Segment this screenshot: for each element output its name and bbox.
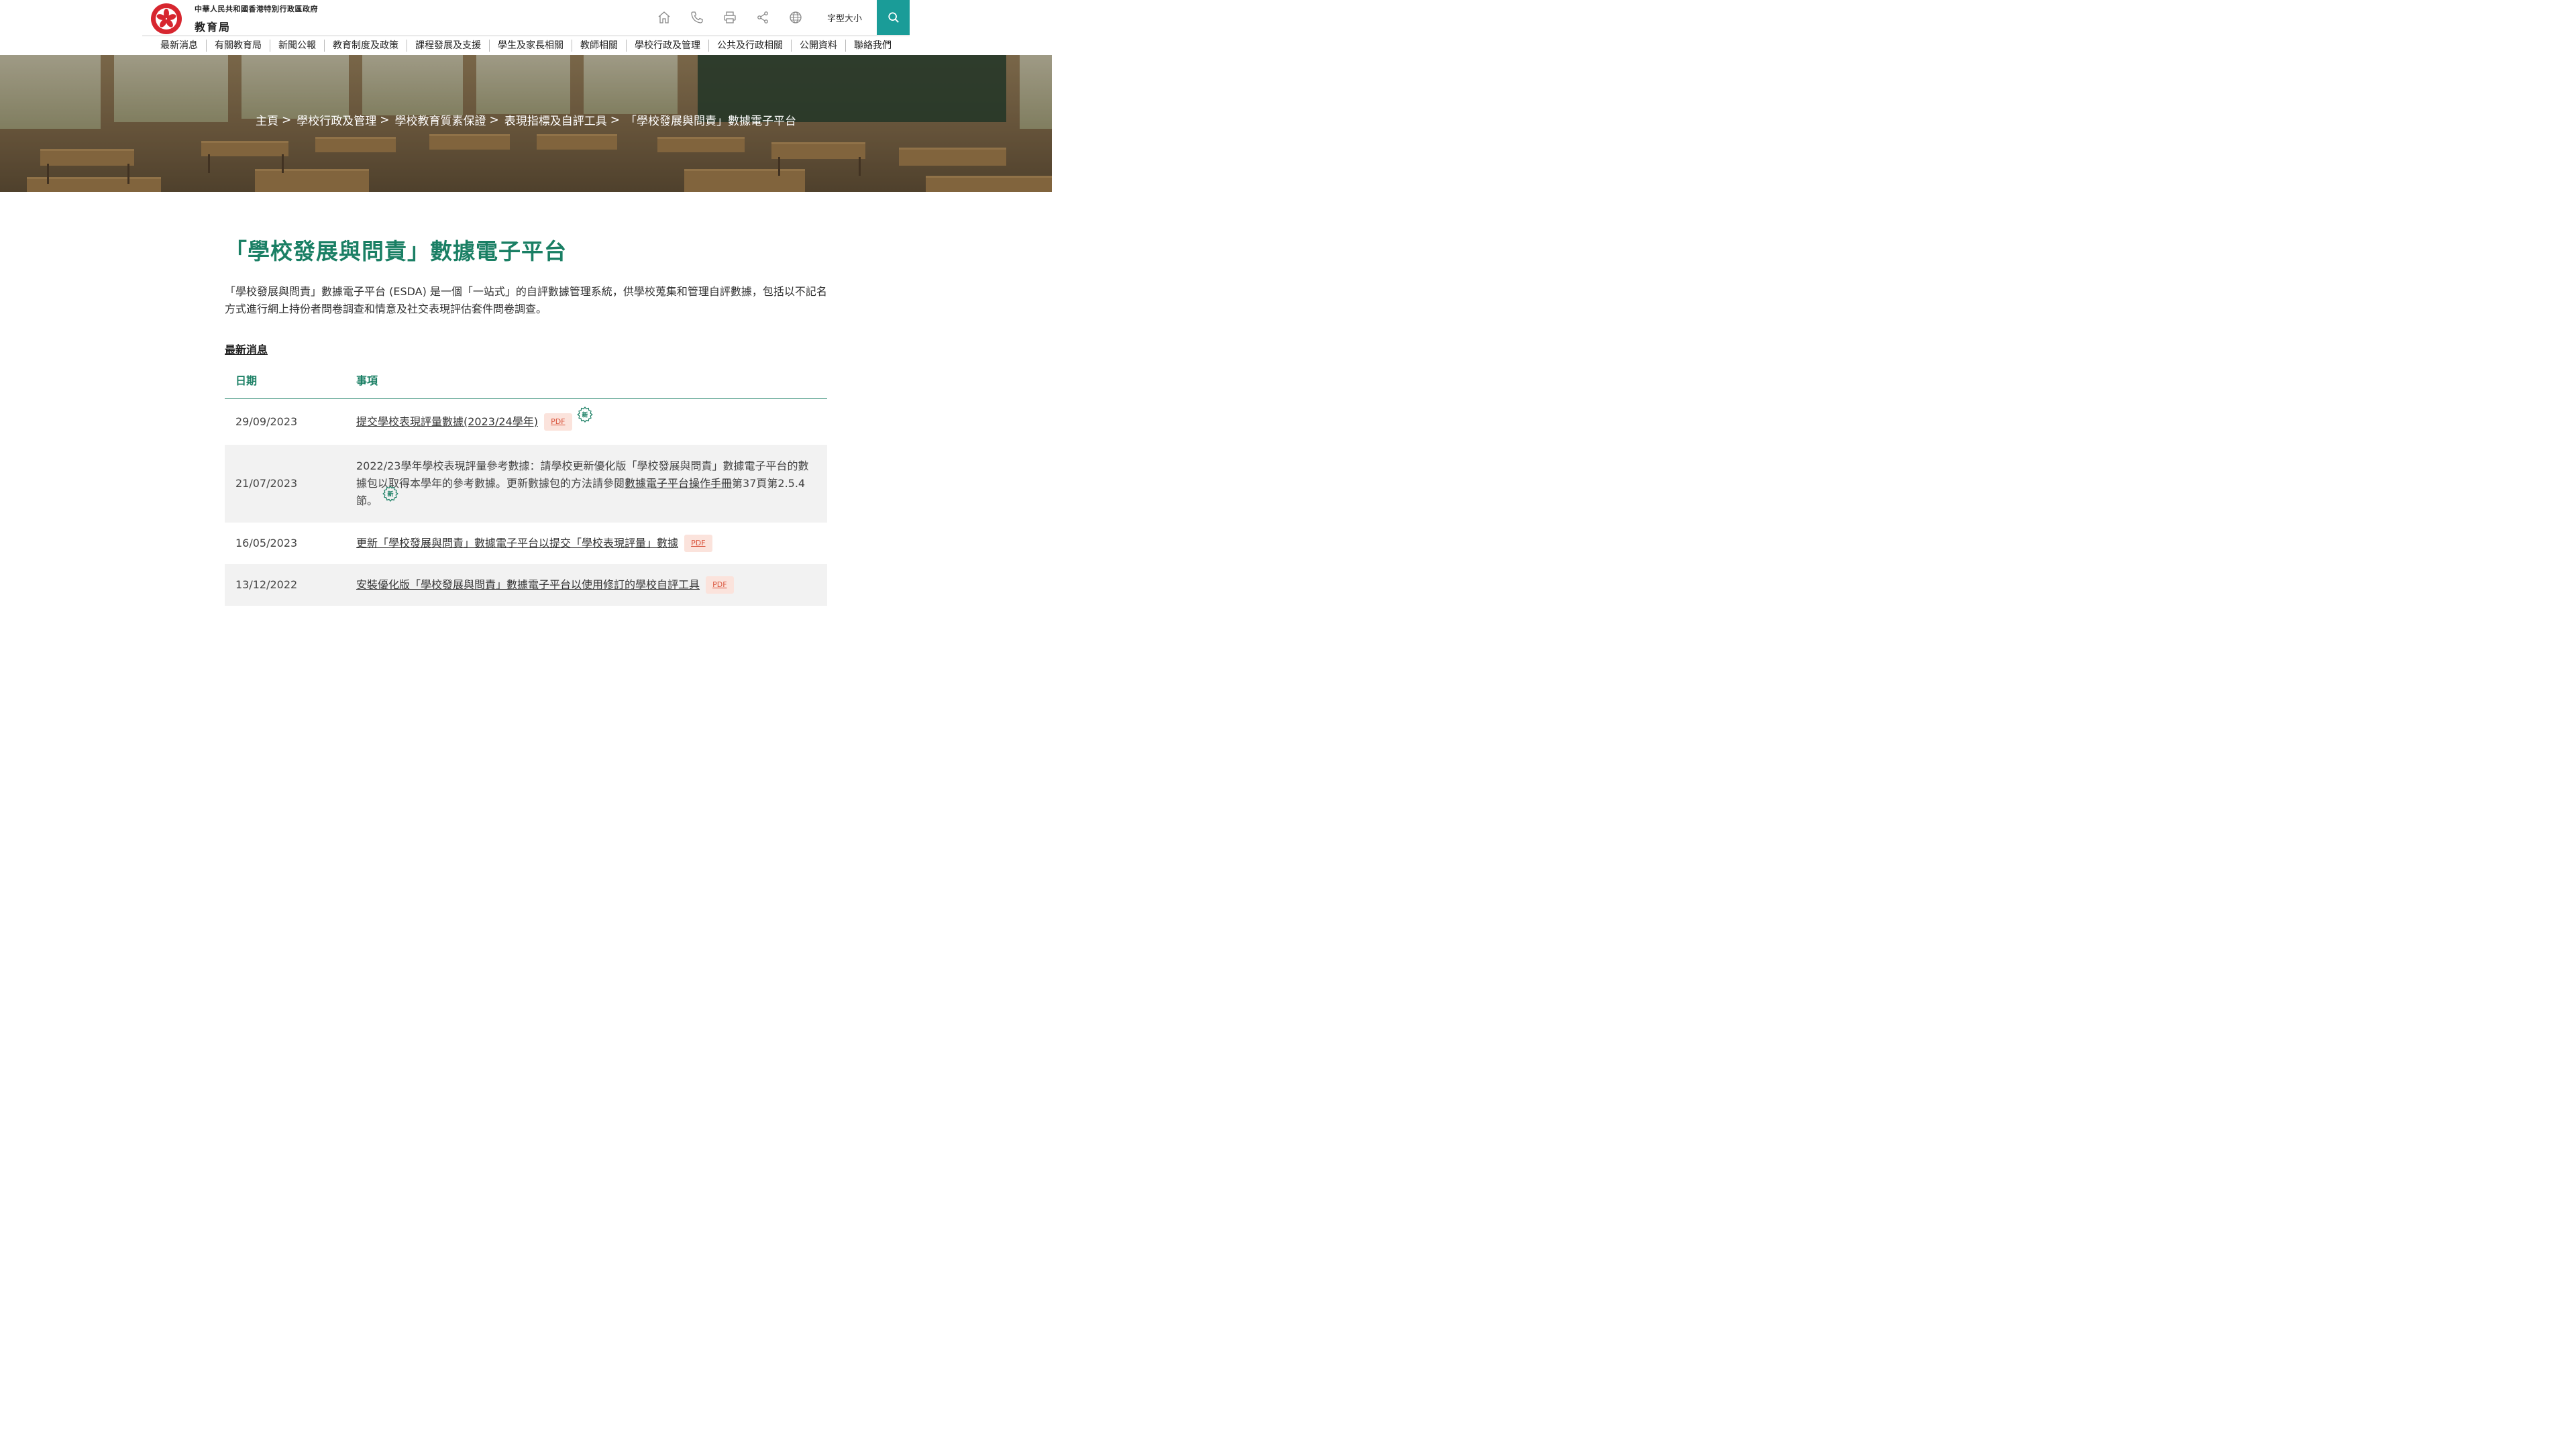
share-icon bbox=[757, 11, 769, 23]
nav-item-public-admin[interactable]: 公共及行政相關 bbox=[709, 40, 792, 52]
nav-item-about-edb[interactable]: 有關教育局 bbox=[207, 40, 270, 52]
breadcrumb-item-quality-assurance[interactable]: 學校教育質素保證 bbox=[395, 111, 486, 128]
date-column-header: 日期 bbox=[225, 372, 345, 399]
latest-news-heading: 最新消息 bbox=[225, 343, 268, 356]
main-content: 「學校發展與問責」數據電子平台 「學校發展與問責」數據電子平台 (ESDA) 是… bbox=[225, 192, 827, 606]
breadcrumb-item-current: 「學校發展與問責」數據電子平台 bbox=[625, 115, 796, 128]
page-banner: 主頁 > 學校行政及管理 > 學校教育質素保證 > 表現指標及自評工具 > 「學… bbox=[0, 55, 1052, 192]
news-link[interactable]: 提交學校表現評量數據(2023/24學年) bbox=[356, 415, 538, 428]
page-title: 「學校發展與問責」數據電子平台 bbox=[225, 238, 567, 264]
pdf-badge[interactable]: PDF bbox=[544, 413, 572, 431]
news-table: 日期 事項 29/09/2023 提交學校表現評量數據(2023/24學年) P… bbox=[225, 372, 827, 606]
print-button[interactable] bbox=[714, 0, 747, 35]
row-date: 13/12/2022 bbox=[225, 564, 345, 606]
nav-item-teachers[interactable]: 教師相關 bbox=[572, 40, 627, 52]
table-row: 16/05/2023 更新「學校發展與問責」數據電子平台以提交「學校表現評量」數… bbox=[225, 523, 827, 564]
manual-link[interactable]: 數據電子平台操作手冊 bbox=[625, 477, 732, 490]
breadcrumb-separator: > bbox=[380, 113, 390, 127]
news-link[interactable]: 安裝優化版「學校發展與問責」數據電子平台以使用修訂的學校自評工具 bbox=[356, 578, 700, 591]
row-item: 安裝優化版「學校發展與問責」數據電子平台以使用修訂的學校自評工具 PDF bbox=[345, 564, 827, 606]
home-icon bbox=[659, 11, 670, 23]
site-header: 中華人民共和國香港特別行政區政府 教育局 字型大小 bbox=[0, 0, 1052, 36]
breadcrumb-item-home[interactable]: 主頁 bbox=[256, 111, 278, 128]
table-row: 21/07/2023 2022/23學年學校表現評量參考數據：請學校更新優化版「… bbox=[225, 445, 827, 523]
nav-item-contact-us[interactable]: 聯絡我們 bbox=[846, 40, 900, 52]
globe-icon bbox=[790, 11, 802, 23]
nav-item-education-system[interactable]: 教育制度及政策 bbox=[325, 40, 407, 52]
row-date: 21/07/2023 bbox=[225, 445, 345, 523]
nav-item-latest-news[interactable]: 最新消息 bbox=[152, 40, 207, 52]
breadcrumb-item-indicators-tools[interactable]: 表現指標及自評工具 bbox=[504, 111, 607, 128]
share-button[interactable] bbox=[747, 0, 780, 35]
home-button[interactable] bbox=[648, 0, 681, 35]
new-badge-icon: 新 bbox=[382, 486, 398, 502]
phone-button[interactable] bbox=[681, 0, 714, 35]
search-icon bbox=[888, 12, 899, 23]
row-item: 2022/23學年學校表現評量參考數據：請學校更新優化版「學校發展與問責」數據電… bbox=[345, 445, 827, 523]
nav-item-school-admin[interactable]: 學校行政及管理 bbox=[627, 40, 709, 52]
hksar-emblem-icon bbox=[151, 3, 182, 34]
bureau-name: 教育局 bbox=[195, 21, 231, 34]
news-link[interactable]: 更新「學校發展與問責」數據電子平台以提交「學校表現評量」數據 bbox=[356, 537, 678, 549]
header-tools: 字型大小 bbox=[648, 0, 910, 35]
item-column-header: 事項 bbox=[345, 372, 827, 399]
table-row: 29/09/2023 提交學校表現評量數據(2023/24學年) PDF 新 bbox=[225, 399, 827, 445]
new-badge-label: 新 bbox=[388, 490, 394, 498]
row-item: 提交學校表現評量數據(2023/24學年) PDF 新 bbox=[345, 399, 827, 445]
row-date: 29/09/2023 bbox=[235, 415, 298, 428]
language-button[interactable] bbox=[780, 0, 812, 35]
new-badge-icon: 新 bbox=[576, 406, 593, 423]
nav-item-open-data[interactable]: 公開資料 bbox=[792, 40, 846, 52]
font-size-button[interactable]: 字型大小 bbox=[827, 11, 862, 24]
intro-paragraph: 「學校發展與問責」數據電子平台 (ESDA) 是一個「一站式」的自評數據管理系統… bbox=[225, 285, 827, 315]
phone-icon bbox=[691, 11, 704, 23]
nav-item-press-releases[interactable]: 新聞公報 bbox=[270, 40, 325, 52]
pdf-badge[interactable]: PDF bbox=[684, 535, 712, 553]
print-icon bbox=[724, 11, 737, 23]
main-nav: 最新消息 有關教育局 新聞公報 教育制度及政策 課程發展及支援 學生及家長相關 … bbox=[0, 36, 1052, 55]
table-row: 13/12/2022 安裝優化版「學校發展與問責」數據電子平台以使用修訂的學校自… bbox=[225, 564, 827, 606]
row-date: 16/05/2023 bbox=[235, 537, 298, 549]
breadcrumb-separator: > bbox=[282, 113, 292, 127]
pdf-badge[interactable]: PDF bbox=[706, 576, 734, 594]
gov-name: 中華人民共和國香港特別行政區政府 bbox=[195, 5, 318, 13]
breadcrumb: 主頁 > 學校行政及管理 > 學校教育質素保證 > 表現指標及自評工具 > 「學… bbox=[0, 111, 1052, 129]
table-header-row: 日期 事項 bbox=[225, 372, 827, 399]
edb-logo[interactable]: 中華人民共和國香港特別行政區政府 教育局 bbox=[150, 3, 318, 35]
row-item: 更新「學校發展與問責」數據電子平台以提交「學校表現評量」數據 PDF bbox=[345, 523, 827, 564]
breadcrumb-separator: > bbox=[610, 113, 620, 127]
search-button[interactable] bbox=[877, 0, 910, 35]
breadcrumb-separator: > bbox=[489, 113, 499, 127]
nav-item-students-parents[interactable]: 學生及家長相關 bbox=[490, 40, 572, 52]
new-badge-label: 新 bbox=[582, 411, 588, 419]
nav-item-curriculum[interactable]: 課程發展及支援 bbox=[407, 40, 490, 52]
breadcrumb-item-school-admin[interactable]: 學校行政及管理 bbox=[297, 111, 376, 128]
